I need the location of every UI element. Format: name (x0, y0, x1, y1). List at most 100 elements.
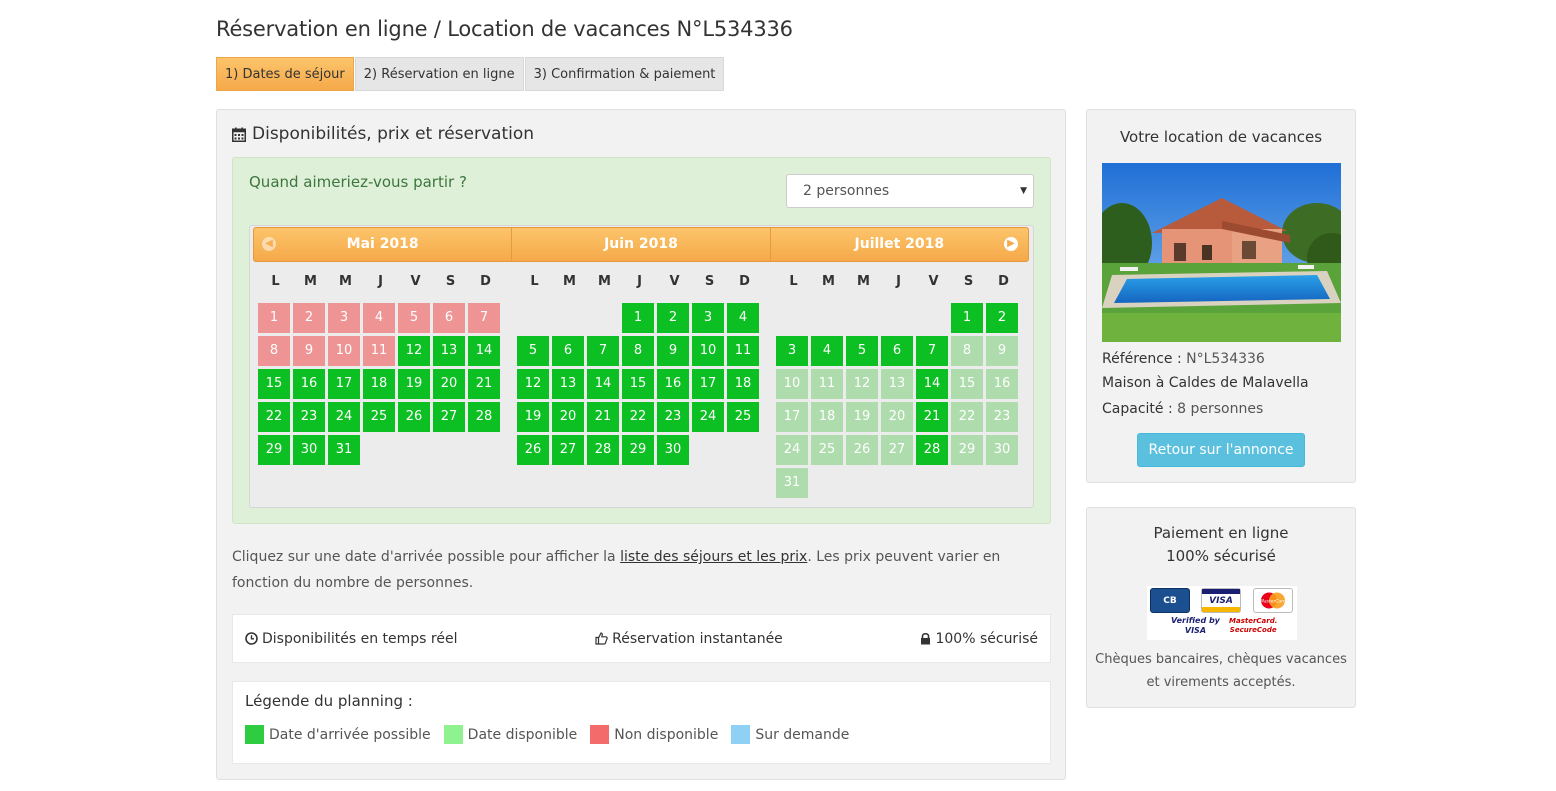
calendar-day-arrival[interactable]: 29 (258, 435, 290, 465)
calendar-day-arrival[interactable]: 28 (468, 402, 500, 432)
calendar-day-arrival[interactable]: 9 (657, 336, 689, 366)
calendar-day-arrival[interactable]: 5 (846, 336, 878, 366)
visa-card-logo: VISA (1201, 588, 1241, 613)
calendar-day-arrival[interactable]: 1 (951, 303, 983, 333)
calendar-day-arrival[interactable]: 10 (692, 336, 724, 366)
calendar-day-arrival[interactable]: 19 (398, 369, 430, 399)
calendar-day-arrival[interactable]: 22 (258, 402, 290, 432)
calendar-day-arrival[interactable]: 7 (587, 336, 619, 366)
calendar-day-arrival[interactable]: 29 (622, 435, 654, 465)
calendar-day-arrival[interactable]: 20 (433, 369, 465, 399)
calendar-day-arrival[interactable]: 4 (727, 303, 759, 333)
calendar-day-arrival[interactable]: 19 (517, 402, 549, 432)
calendar-day-arrival[interactable]: 17 (692, 369, 724, 399)
prev-month-icon[interactable]: ◀ (262, 237, 276, 251)
weekday-label: M (304, 274, 317, 289)
payment-title-line2: 100% sécurisé (1166, 547, 1276, 565)
payment-panel: Paiement en ligne 100% sécurisé CB VISA … (1086, 507, 1356, 708)
weekday-label: D (480, 274, 491, 289)
calendar-day-available: 13 (881, 369, 913, 399)
availability-heading-text: Disponibilités, prix et réservation (252, 124, 535, 144)
house-pool-image (1102, 163, 1341, 342)
visa-band-bottom (1202, 607, 1240, 612)
calendar-day-arrival[interactable]: 3 (776, 336, 808, 366)
calendar-day-available: 20 (881, 402, 913, 432)
calendar-day-unavailable: 9 (293, 336, 325, 366)
calendar-day-arrival[interactable]: 31 (328, 435, 360, 465)
calendar-day-arrival[interactable]: 30 (657, 435, 689, 465)
planning-legend: Légende du planning : Date d'arrivée pos… (232, 681, 1051, 764)
legend-swatch (590, 725, 610, 744)
weekday-label: L (271, 274, 280, 289)
calendar-day-arrival[interactable]: 17 (328, 369, 360, 399)
calendar-day-arrival[interactable]: 23 (293, 402, 325, 432)
calendar-day-arrival[interactable]: 12 (517, 369, 549, 399)
calendar-day-arrival[interactable]: 24 (328, 402, 360, 432)
persons-select-value: 2 personnes (803, 183, 890, 199)
calendar-day-arrival[interactable]: 26 (398, 402, 430, 432)
calendar-day-arrival[interactable]: 6 (881, 336, 913, 366)
calendar-header: ◀ Mai 2018 Juin 2018 Juillet 2018 ▶ (253, 227, 1029, 262)
calendar-day-arrival[interactable]: 24 (692, 402, 724, 432)
calendar-day-arrival[interactable]: 14 (916, 369, 948, 399)
legend-label: Sur demande (755, 726, 850, 743)
back-to-listing-button[interactable]: Retour sur l'annonce (1137, 433, 1305, 467)
calendar-day-available: 27 (881, 435, 913, 465)
calendar-day-arrival[interactable]: 7 (916, 336, 948, 366)
calendar-day-arrival[interactable]: 2 (986, 303, 1018, 333)
calendar-day-available: 12 (846, 369, 878, 399)
calendar-day-arrival[interactable]: 5 (517, 336, 549, 366)
calendar-day-arrival[interactable]: 28 (587, 435, 619, 465)
month-title-text: Juillet 2018 (854, 236, 945, 252)
calendar-day-arrival[interactable]: 23 (657, 402, 689, 432)
calendar-day-arrival[interactable]: 13 (433, 336, 465, 366)
calendar-day-arrival[interactable]: 4 (811, 336, 843, 366)
calendar-day-arrival[interactable]: 15 (258, 369, 290, 399)
calendar-day-arrival[interactable]: 13 (552, 369, 584, 399)
weekday-row: LMMJVSD (517, 271, 762, 293)
next-month-icon[interactable]: ▶ (1003, 237, 1018, 251)
help-text: Cliquez sur une date d'arrivée possible … (232, 544, 1042, 596)
calendar-day-arrival[interactable]: 15 (622, 369, 654, 399)
calendar-day-arrival[interactable]: 20 (552, 402, 584, 432)
calendar-day-arrival[interactable]: 16 (293, 369, 325, 399)
persons-select[interactable]: 2 personnes ▼ (786, 174, 1034, 208)
weekday-label: D (739, 274, 750, 289)
calendar-day-arrival[interactable]: 21 (916, 402, 948, 432)
step-confirmation[interactable]: 3) Confirmation & paiement (524, 57, 725, 91)
calendar-day-arrival[interactable]: 14 (587, 369, 619, 399)
calendar-day-arrival[interactable]: 18 (727, 369, 759, 399)
calendar-day-arrival[interactable]: 21 (468, 369, 500, 399)
thumbs-up-icon (595, 632, 608, 645)
stays-prices-link[interactable]: liste des séjours et les prix (620, 549, 807, 565)
month-june: LMMJVSD 1 2 3 4 5 6 7 8 9 10 11 12 13 14 15 16 17 18 19 20 2… (517, 271, 762, 465)
calendar-day-arrival[interactable]: 28 (916, 435, 948, 465)
calendar-day-arrival[interactable]: 3 (692, 303, 724, 333)
step-dates[interactable]: 1) Dates de séjour (216, 57, 354, 91)
day-grid: 1 2 3 4 5 6 7 8 9 10 11 12 13 14 15 16 17 18 19 20 21 22 23 24 2… (258, 303, 503, 465)
calendar-day-arrival[interactable]: 27 (552, 435, 584, 465)
calendar-day-arrival[interactable]: 21 (587, 402, 619, 432)
calendar-day-arrival[interactable]: 22 (622, 402, 654, 432)
step-reservation[interactable]: 2) Réservation en ligne (354, 57, 524, 91)
calendar-day-arrival[interactable]: 12 (398, 336, 430, 366)
calendar-day-arrival[interactable]: 16 (657, 369, 689, 399)
calendar-day-unavailable: 5 (398, 303, 430, 333)
calendar-day-arrival[interactable]: 25 (363, 402, 395, 432)
calendar-day-arrival[interactable]: 30 (293, 435, 325, 465)
weekday-label: V (410, 274, 421, 289)
calendar-day-arrival[interactable]: 11 (727, 336, 759, 366)
calendar-day-arrival[interactable]: 2 (657, 303, 689, 333)
calendar-day-arrival[interactable]: 26 (517, 435, 549, 465)
calendar-day-arrival[interactable]: 1 (622, 303, 654, 333)
calendar-day-arrival[interactable]: 27 (433, 402, 465, 432)
calendar-day-arrival[interactable]: 25 (727, 402, 759, 432)
empty-day-cell (881, 303, 913, 333)
payment-note-line1: Chèques bancaires, chèques vacances (1095, 652, 1347, 667)
calendar-day-arrival[interactable]: 6 (552, 336, 584, 366)
calendar-day-arrival[interactable]: 14 (468, 336, 500, 366)
weekday-row: LMMJVSD (258, 271, 503, 293)
calendar-day-unavailable: 3 (328, 303, 360, 333)
calendar-day-arrival[interactable]: 8 (622, 336, 654, 366)
calendar-day-arrival[interactable]: 18 (363, 369, 395, 399)
